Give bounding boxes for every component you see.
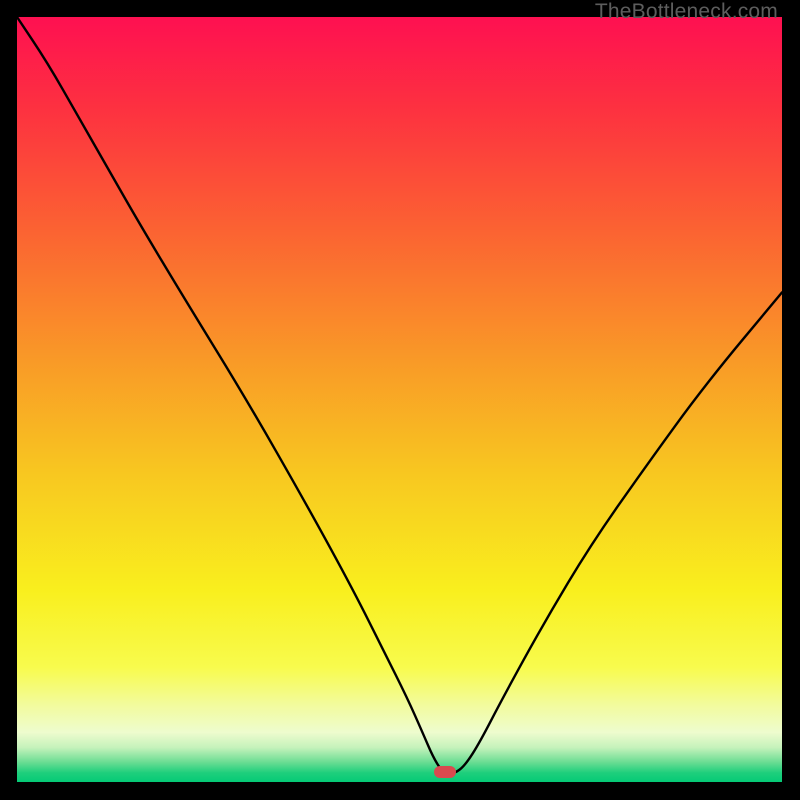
heatmap-background	[17, 17, 782, 782]
minimum-marker	[434, 766, 456, 778]
watermark-label: TheBottleneck.com	[595, 0, 778, 24]
chart-stage: TheBottleneck.com	[0, 0, 800, 800]
